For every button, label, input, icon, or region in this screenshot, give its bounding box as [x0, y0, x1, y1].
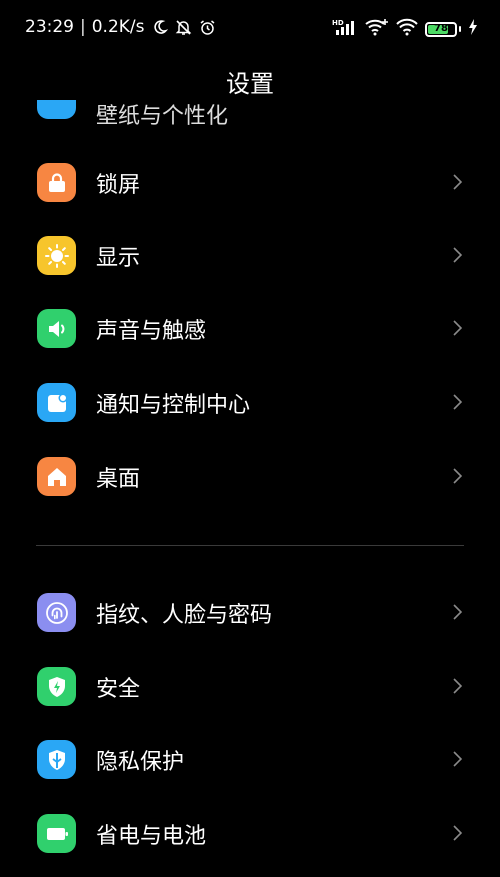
- battery-cap: [459, 26, 461, 32]
- settings-item-home-screen[interactable]: 桌面: [0, 440, 500, 514]
- notification-icon: [37, 383, 76, 422]
- chevron-right-icon: [453, 468, 462, 484]
- lock-icon: [37, 163, 76, 202]
- battery-saver-icon: [37, 814, 76, 853]
- settings-item-label: 安全: [96, 677, 141, 702]
- settings-item-fingerprint[interactable]: 指纹、人脸与密码: [0, 576, 500, 650]
- svg-text:HD: HD: [332, 19, 344, 27]
- chevron-right-icon: [453, 751, 462, 767]
- shield-icon: [37, 667, 76, 706]
- settings-item-label: 桌面: [96, 467, 141, 492]
- settings-item-label: 锁屏: [96, 173, 141, 198]
- settings-item-label: 显示: [96, 246, 141, 271]
- chevron-right-icon: [453, 320, 462, 336]
- privacy-icon: [37, 740, 76, 779]
- settings-item-label: 壁纸与个性化: [96, 104, 229, 128]
- settings-item-partial[interactable]: 壁纸与个性化: [0, 100, 500, 128]
- status-separator: |: [80, 17, 86, 37]
- sun-icon: [37, 236, 76, 275]
- settings-item-privacy[interactable]: 隐私保护: [0, 723, 500, 797]
- settings-item-lock-screen[interactable]: 锁屏: [0, 146, 500, 220]
- signal-hd-icon: HD: [332, 18, 358, 40]
- moon-icon: [151, 18, 169, 36]
- alarm-icon: [199, 18, 217, 36]
- battery-icon: 78: [425, 21, 457, 37]
- settings-item-label: 声音与触感: [96, 319, 207, 344]
- settings-item-battery[interactable]: 省电与电池: [0, 797, 500, 871]
- settings-item-label: 省电与电池: [96, 824, 207, 849]
- partial-icon: [37, 100, 76, 119]
- chevron-right-icon: [453, 604, 462, 620]
- settings-item-sound[interactable]: 声音与触感: [0, 292, 500, 366]
- chevron-right-icon: [453, 247, 462, 263]
- settings-item-label: 通知与控制中心: [96, 393, 251, 418]
- chevron-right-icon: [453, 174, 462, 190]
- speaker-icon: [37, 309, 76, 348]
- battery-level: 78: [434, 23, 448, 34]
- settings-item-label: 隐私保护: [96, 750, 185, 775]
- bell-off-icon: [175, 18, 193, 36]
- section-divider: [36, 545, 464, 546]
- home-icon: [37, 457, 76, 496]
- settings-item-label: 指纹、人脸与密码: [96, 603, 273, 628]
- charging-bolt-icon: [468, 19, 478, 39]
- settings-screen: 23:29 | 0.2K/s HD 78 设置 壁纸与个性化 锁屏 显示 声音与…: [0, 0, 500, 877]
- settings-item-display[interactable]: 显示: [0, 219, 500, 293]
- chevron-right-icon: [453, 678, 462, 694]
- fingerprint-icon: [37, 593, 76, 632]
- page-title: 设置: [226, 70, 274, 98]
- chevron-right-icon: [453, 825, 462, 841]
- chevron-right-icon: [453, 394, 462, 410]
- wifi-icon: [396, 18, 418, 40]
- status-bar: 23:29 | 0.2K/s HD 78: [0, 0, 500, 58]
- settings-item-notifications[interactable]: 通知与控制中心: [0, 366, 500, 440]
- status-time: 23:29: [25, 17, 74, 37]
- status-bar-left: 23:29 | 0.2K/s: [25, 17, 217, 37]
- settings-item-security[interactable]: 安全: [0, 650, 500, 724]
- wifi-plus-icon: [365, 18, 389, 40]
- status-network-speed: 0.2K/s: [91, 17, 145, 37]
- status-bar-right: HD 78: [332, 18, 478, 40]
